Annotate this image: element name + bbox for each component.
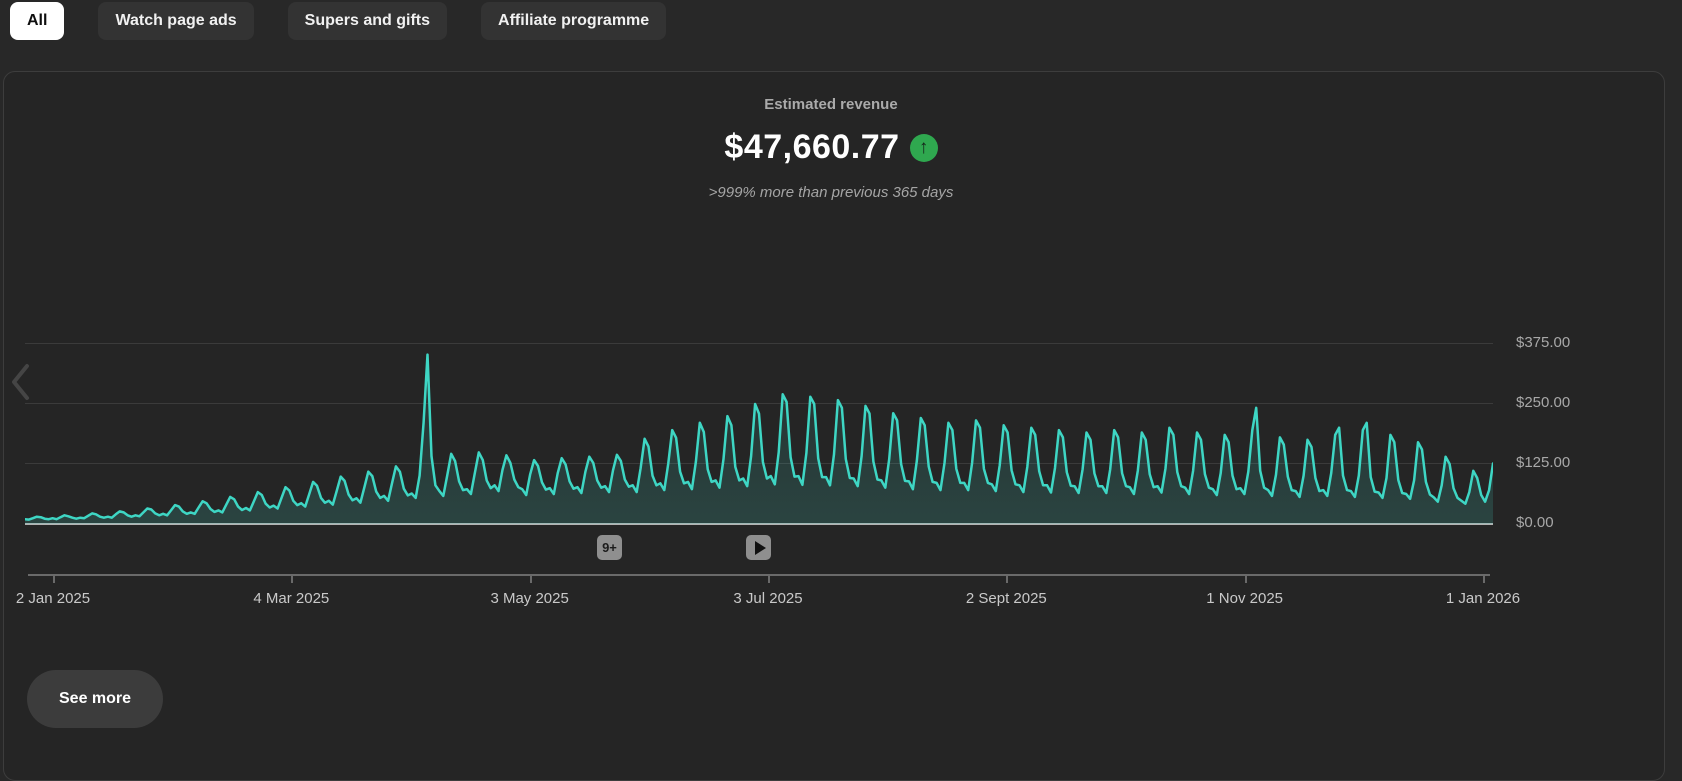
x-axis-label: 3 Jul 2025	[688, 590, 848, 607]
metric-title: Estimated revenue	[0, 96, 1662, 113]
x-axis-tick	[1483, 576, 1485, 583]
x-axis-tick	[768, 576, 770, 583]
video-count-badge[interactable]: 9+	[597, 535, 622, 560]
revenue-filter-chips: All Watch page ads Supers and gifts Affi…	[10, 2, 666, 40]
chart-area-fill	[25, 355, 1493, 524]
x-axis-label: 2 Jan 2025	[0, 590, 133, 607]
chip-watch-page-ads[interactable]: Watch page ads	[98, 2, 253, 40]
metric-value: $47,660.77	[724, 128, 899, 167]
x-axis-label: 2 Sept 2025	[926, 590, 1086, 607]
x-axis-tick	[530, 576, 532, 583]
x-axis-label: 1 Jan 2026	[1403, 590, 1563, 607]
chip-affiliate-programme[interactable]: Affiliate programme	[481, 2, 666, 40]
x-axis-tick	[1245, 576, 1247, 583]
metric-value-row: $47,660.77 ↑	[0, 128, 1662, 167]
video-play-badge[interactable]	[746, 535, 771, 560]
y-axis-label: $250.00	[1516, 394, 1636, 411]
x-axis-label: 1 Nov 2025	[1165, 590, 1325, 607]
revenue-line-chart[interactable]	[25, 320, 1493, 524]
y-axis-label: $0.00	[1516, 514, 1636, 531]
play-icon	[755, 541, 766, 555]
y-axis-label: $125.00	[1516, 454, 1636, 471]
see-more-button[interactable]: See more	[27, 670, 163, 728]
y-axis-label: $375.00	[1516, 334, 1636, 351]
metric-delta-text: >999% more than previous 365 days	[0, 184, 1662, 201]
x-axis-tick	[53, 576, 55, 583]
video-count-label: 9+	[602, 540, 617, 555]
chip-all[interactable]: All	[10, 2, 64, 40]
trend-up-icon: ↑	[910, 134, 938, 162]
x-axis-tick	[291, 576, 293, 583]
x-axis-tick	[1006, 576, 1008, 583]
x-axis-line	[28, 574, 1490, 576]
x-axis-label: 4 Mar 2025	[211, 590, 371, 607]
chip-supers-and-gifts[interactable]: Supers and gifts	[288, 2, 447, 40]
x-axis-label: 3 May 2025	[450, 590, 610, 607]
